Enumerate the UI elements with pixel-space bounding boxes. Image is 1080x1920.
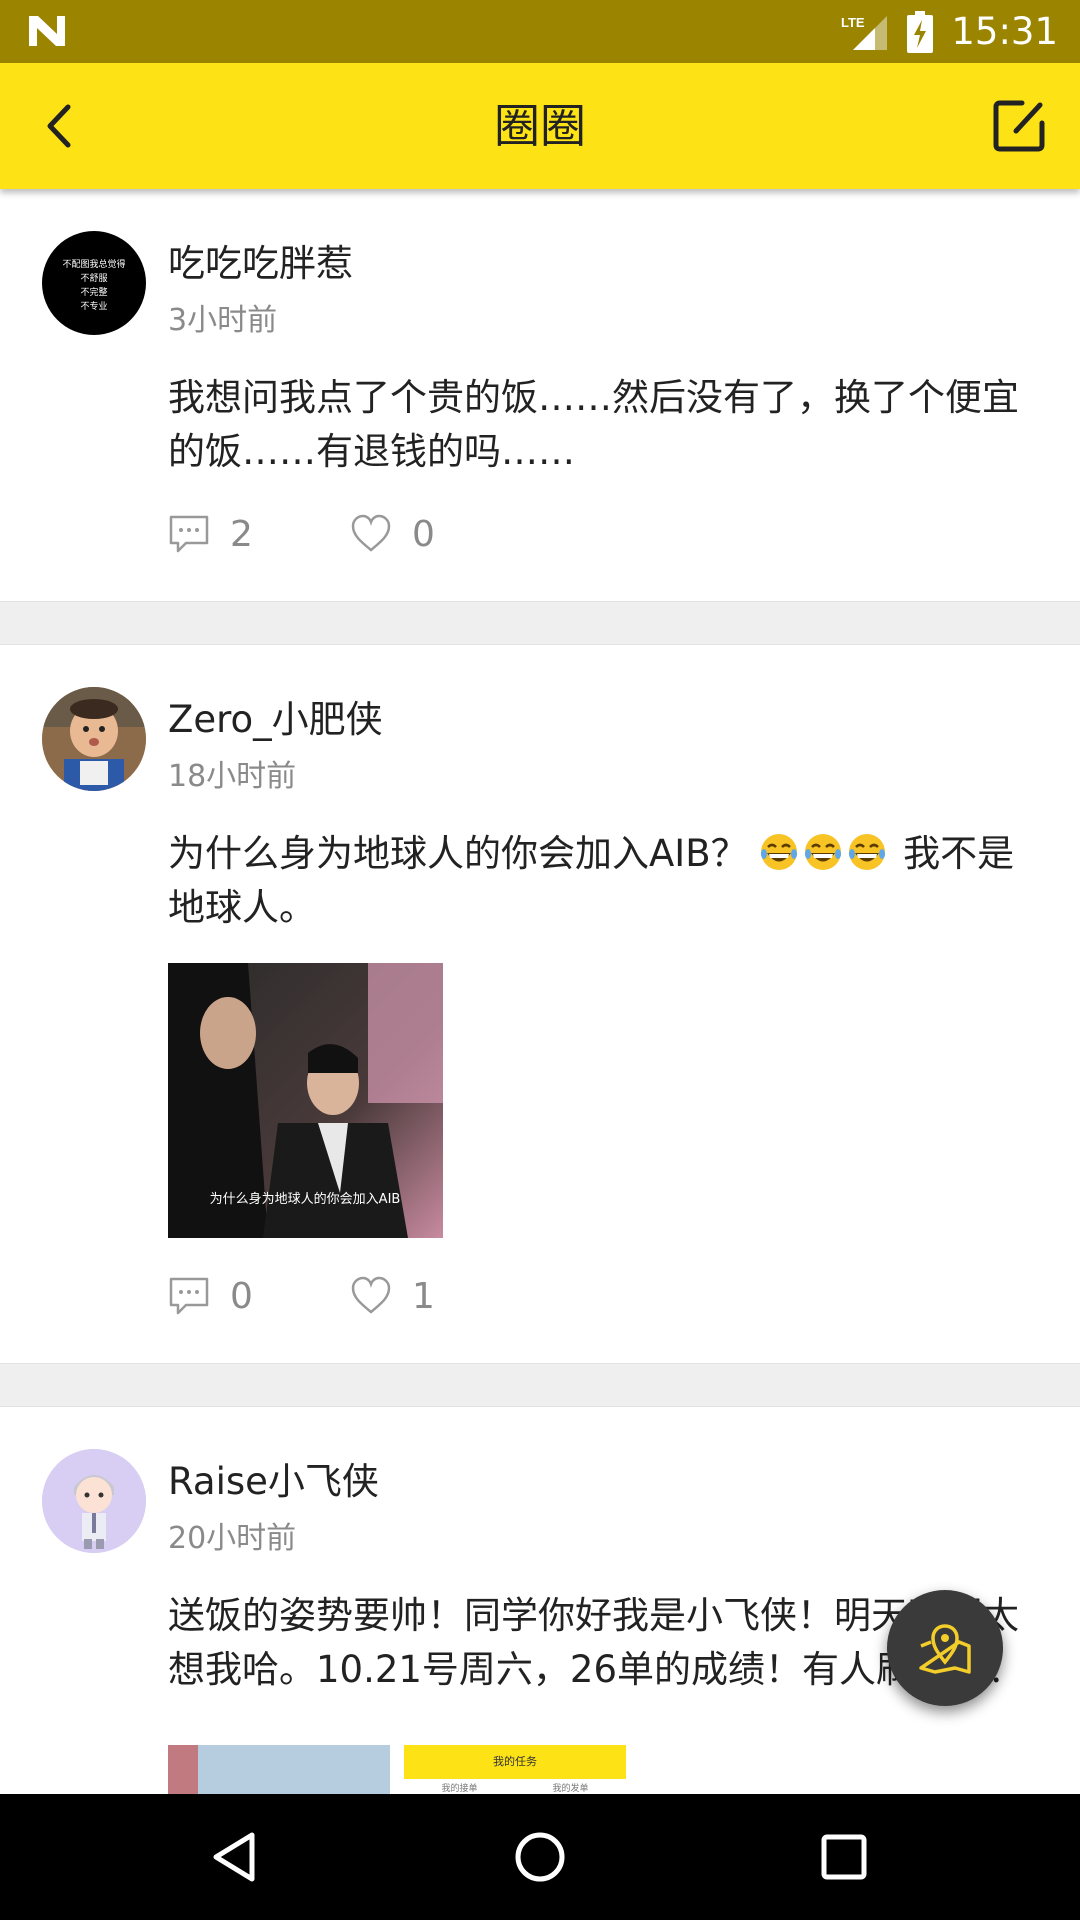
post-image[interactable]: 为什么身为地球人的你会加入AIB — [168, 963, 443, 1238]
comment-icon — [169, 515, 209, 553]
screenshot-tab: 我的接单 — [404, 1779, 515, 1794]
username[interactable]: Raise小飞侠 — [168, 1451, 379, 1505]
compose-icon[interactable] — [988, 93, 1054, 159]
heart-icon — [351, 1276, 391, 1314]
nav-back-icon[interactable] — [206, 1827, 266, 1887]
grinning-face-with-tears-emoji — [761, 834, 798, 870]
location-fab[interactable] — [887, 1590, 1003, 1706]
post-card[interactable]: Zero_小肥侠 18小时前 为什么身为地球人的你会加入AIB？ 我不是地球人。 — [0, 645, 1080, 1363]
username[interactable]: Zero_小肥侠 — [168, 689, 383, 743]
app-bar: 圈圈 — [0, 63, 1080, 189]
avatar[interactable] — [42, 687, 146, 791]
comment-button[interactable]: 2 — [168, 513, 270, 555]
comment-icon — [169, 1277, 209, 1315]
post-text: 为什么身为地球人的你会加入AIB？ 我不是地球人。 — [168, 827, 1048, 935]
screenshot-title: 我的任务 — [404, 1745, 626, 1779]
status-bar: LTE 15:31 — [0, 0, 1080, 63]
nav-home-icon[interactable] — [510, 1827, 570, 1887]
post-stats: 0 1 — [168, 1271, 532, 1321]
comment-button[interactable]: 0 — [168, 1275, 270, 1317]
svg-text:不配图我总觉得: 不配图我总觉得 — [62, 258, 125, 270]
comment-count: 2 — [230, 513, 253, 555]
username[interactable]: 吃吃吃胖惹 — [168, 233, 353, 287]
post-time: 3小时前 — [168, 303, 278, 338]
avatar-text-image: 不配图我总觉得 不舒服 不完整 不专业 — [62, 258, 125, 312]
movie-still-image: 为什么身为地球人的你会加入AIB — [168, 963, 443, 1238]
child-photo-avatar — [42, 687, 146, 791]
svg-text:不专业: 不专业 — [80, 300, 107, 312]
like-button[interactable]: 0 — [350, 513, 452, 555]
post-time: 18小时前 — [168, 759, 297, 794]
map-location-icon — [919, 1624, 971, 1674]
post-time: 20小时前 — [168, 1521, 297, 1556]
svg-text:为什么身为地球人的你会加入AIB: 为什么身为地球人的你会加入AIB — [210, 1191, 401, 1207]
post-divider — [0, 1363, 1080, 1407]
avatar[interactable]: 不配图我总觉得 不舒服 不完整 不专业 — [42, 231, 146, 335]
page-title: 圈圈 — [494, 99, 586, 153]
post-image[interactable] — [168, 1745, 390, 1794]
svg-text:LTE: LTE — [841, 15, 865, 30]
like-button[interactable]: 1 — [350, 1275, 452, 1317]
post-text-part: 为什么身为地球人的你会加入AIB？ — [168, 832, 748, 875]
avatar[interactable] — [42, 1449, 146, 1553]
nav-recents-icon[interactable] — [814, 1827, 874, 1887]
heart-icon — [351, 514, 391, 552]
post-divider — [0, 601, 1080, 645]
svg-text:不完整: 不完整 — [80, 286, 107, 298]
campus-photo-image — [168, 1745, 390, 1794]
svg-text:不舒服: 不舒服 — [80, 272, 107, 284]
clock: 15:31 — [951, 10, 1058, 53]
post-card[interactable]: 不配图我总觉得 不舒服 不完整 不专业 吃吃吃胖惹 3小时前 我想问我点了个贵的… — [0, 189, 1080, 601]
feed[interactable]: 不配图我总觉得 不舒服 不完整 不专业 吃吃吃胖惹 3小时前 我想问我点了个贵的… — [0, 189, 1080, 1794]
post-image[interactable]: 我的任务 我的接单 我的发单 — [404, 1745, 626, 1794]
post-stats: 2 0 — [168, 509, 532, 559]
screenshot-tabs: 我的接单 我的发单 — [404, 1779, 626, 1794]
notification-n-icon — [29, 16, 65, 46]
system-nav-bar — [0, 1794, 1080, 1920]
battery-charging-icon — [907, 10, 934, 53]
grinning-face-with-tears-emoji — [849, 834, 886, 870]
comment-count: 0 — [230, 1275, 253, 1317]
cartoon-avatar — [42, 1449, 146, 1553]
grinning-face-with-tears-emoji — [805, 834, 842, 870]
screenshot-tab: 我的发单 — [552, 1784, 589, 1794]
like-count: 0 — [412, 513, 435, 555]
post-text: 我想问我点了个贵的饭……然后没有了，换了个便宜的饭……有退钱的吗…… — [168, 376, 1019, 473]
lte-signal-icon: LTE — [841, 15, 888, 50]
like-count: 1 — [412, 1275, 435, 1317]
